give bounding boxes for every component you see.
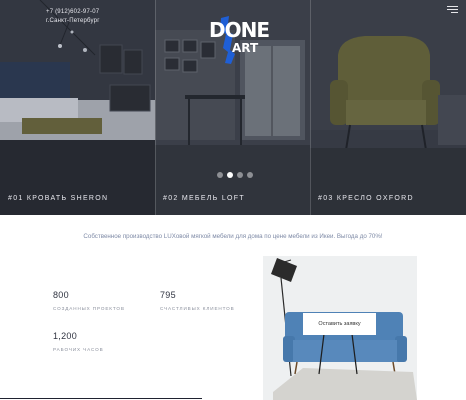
stat-label: РАБОЧИХ ЧАСОВ: [53, 347, 104, 352]
pagination-dot[interactable]: [237, 172, 243, 178]
stat-clients: 795 СЧАСТЛИВЫХ КЛИЕНТОВ: [160, 290, 235, 311]
bottom-divider: [0, 398, 202, 399]
site-logo[interactable]: DONE ART: [207, 14, 270, 66]
phone-number[interactable]: +7 (912)602-97-07: [46, 8, 100, 17]
stat-label: СЧАСТЛИВЫХ КЛИЕНТОВ: [160, 306, 235, 311]
tagline: Собственное производство LUXовой мягкой …: [83, 233, 383, 240]
logo-text-art: ART: [232, 41, 259, 55]
slide-caption-1[interactable]: #01 КРОВАТЬ SHERON: [8, 195, 108, 202]
pagination-dot[interactable]: [247, 172, 253, 178]
slider-pagination: [217, 172, 255, 179]
contact-info: +7 (912)602-97-07 г.Санкт-Петербург: [46, 8, 100, 26]
stat-hours: 1,200 РАБОЧИХ ЧАСОВ: [53, 331, 104, 352]
slide-caption-3[interactable]: #03 КРЕСЛО OXFORD: [318, 195, 414, 202]
stat-value: 1,200: [53, 331, 78, 341]
request-button[interactable]: Оставить заявку: [303, 313, 376, 335]
pagination-dot-active[interactable]: [227, 172, 233, 178]
hamburger-menu-icon[interactable]: [447, 6, 458, 14]
city-label: г.Санкт-Петербург: [46, 18, 100, 24]
stat-projects: 800 СОЗДАННЫХ ПРОЕКТОВ: [53, 290, 125, 311]
stat-value: 800: [53, 290, 69, 300]
slide-caption-2[interactable]: #02 МЕБЕЛЬ LOFT: [163, 195, 245, 202]
stat-label: СОЗДАННЫХ ПРОЕКТОВ: [53, 306, 125, 311]
logo-text-done: DONE: [209, 18, 270, 42]
pagination-dot[interactable]: [217, 172, 223, 178]
stat-value: 795: [160, 290, 176, 300]
hero-slider: +7 (912)602-97-07 г.Санкт-Петербург DONE…: [0, 0, 466, 215]
